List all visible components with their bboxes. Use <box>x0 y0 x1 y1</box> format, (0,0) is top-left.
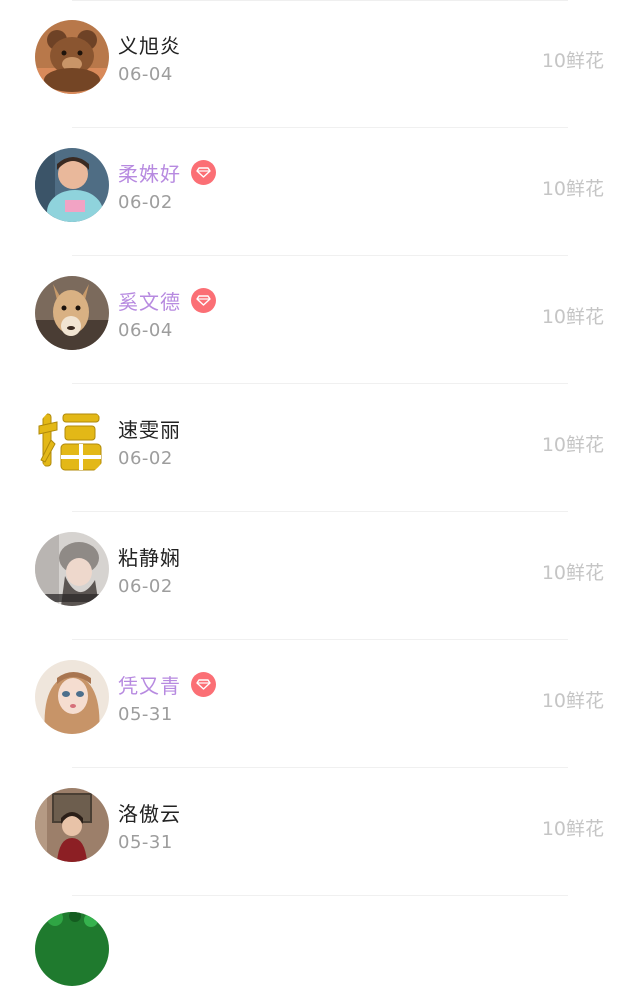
teddy-bear-avatar[interactable] <box>35 20 109 94</box>
portrait-avatar[interactable] <box>35 788 109 862</box>
list-item[interactable]: 凭又青 05-31 10鲜花 <box>0 640 640 768</box>
gift-amount: 10鲜花 <box>541 562 604 584</box>
girl-hat-avatar[interactable] <box>35 532 109 606</box>
fu-character-avatar[interactable] <box>35 404 109 478</box>
gift-date: 06-02 <box>118 192 173 213</box>
user-name[interactable]: 奚文德 <box>118 286 181 315</box>
green-plant-avatar[interactable] <box>35 912 109 986</box>
user-name[interactable]: 义旭炎 <box>118 30 181 59</box>
child-avatar[interactable] <box>35 148 109 222</box>
user-name[interactable]: 洛傲云 <box>118 798 181 827</box>
gift-date: 06-04 <box>118 64 173 85</box>
gift-date: 06-02 <box>118 448 173 469</box>
gift-amount: 10鲜花 <box>541 178 604 200</box>
gift-amount: 10鲜花 <box>541 50 604 72</box>
gift-record-list: 义旭炎 06-04 10鲜花 柔姝好 06-02 10鲜花 奚文德 06-04 … <box>0 0 640 896</box>
gift-amount: 10鲜花 <box>541 690 604 712</box>
gift-amount: 10鲜花 <box>541 818 604 840</box>
list-item[interactable]: 速雯丽 06-02 10鲜花 <box>0 384 640 512</box>
gift-date: 05-31 <box>118 832 173 853</box>
list-item[interactable]: 洛傲云 05-31 10鲜花 <box>0 768 640 896</box>
list-item[interactable]: 柔姝好 06-02 10鲜花 <box>0 128 640 256</box>
gift-amount: 10鲜花 <box>541 306 604 328</box>
user-name[interactable]: 柔姝好 <box>118 158 181 187</box>
gift-date: 06-02 <box>118 576 173 597</box>
divider <box>72 895 568 896</box>
gift-amount: 10鲜花 <box>541 434 604 456</box>
user-name[interactable]: 粘静娴 <box>118 542 181 571</box>
doll-avatar[interactable] <box>35 660 109 734</box>
list-item[interactable]: 奚文德 06-04 10鲜花 <box>0 256 640 384</box>
alpaca-avatar[interactable] <box>35 276 109 350</box>
gift-date: 05-31 <box>118 704 173 725</box>
user-name[interactable]: 凭又青 <box>118 670 181 699</box>
gift-date: 06-04 <box>118 320 173 341</box>
diamond-icon <box>191 287 216 313</box>
user-name[interactable]: 速雯丽 <box>118 414 181 443</box>
list-item[interactable]: 义旭炎 06-04 10鲜花 <box>0 0 640 128</box>
list-item[interactable]: 粘静娴 06-02 10鲜花 <box>0 512 640 640</box>
diamond-icon <box>191 671 216 697</box>
diamond-icon <box>191 159 216 185</box>
